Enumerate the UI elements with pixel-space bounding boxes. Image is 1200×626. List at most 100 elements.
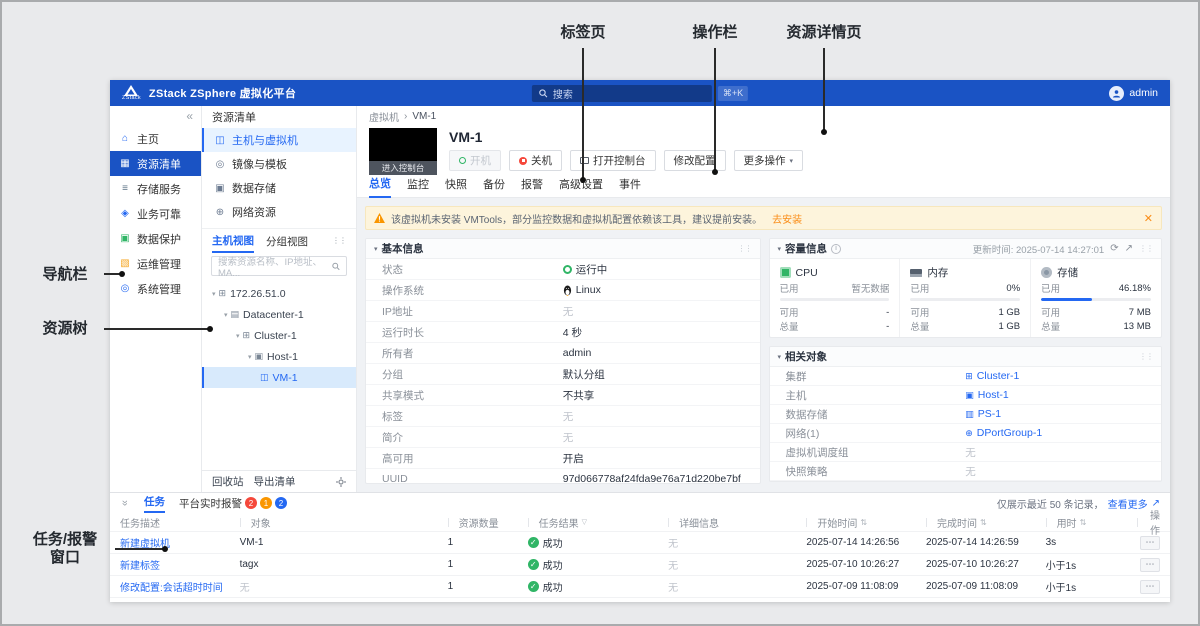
vm-console-thumbnail[interactable] [369,128,437,161]
breadcrumb-root[interactable]: 虚拟机 [369,109,399,124]
sidebar-item-storage[interactable]: ≡ 存储服务 [110,176,201,201]
filter-icon[interactable]: ▽ [582,518,587,526]
view-tabs: 主机视图 分组视图 ⋮⋮ [202,228,356,252]
related-objects-title: 相关对象 [785,349,827,364]
annotation-tree: 资源树 [30,320,100,338]
view-options-icon[interactable]: ⋮⋮ [332,236,346,245]
linux-penguin-icon [563,285,572,296]
capacity-cpu: CPU 已用暂无数据 可用- 总量- [770,259,900,337]
breadcrumb-separator: › [404,111,407,122]
network-link[interactable]: DPortGroup-1 [977,427,1042,439]
caret-down-icon[interactable]: ▾ [212,290,216,298]
ops-icon: ▧ [119,258,131,269]
caret-down-icon[interactable]: ▾ [374,245,378,253]
tree-node-cluster[interactable]: ▾ ⊞ Cluster-1 [202,325,356,346]
tree-node-label: Host-1 [267,351,298,363]
data-protect-icon: ▣ [119,233,131,244]
task-desc-link[interactable]: 添加虚拟化主机 [120,601,240,602]
enter-console-button[interactable]: 进入控制台 [369,161,437,175]
power-off-button[interactable]: 关机 [509,150,562,171]
refresh-icon[interactable]: ⟳ [1110,243,1118,254]
tab-host-view[interactable]: 主机视图 [212,228,254,253]
sidebar-collapse-button[interactable]: « [110,106,201,126]
search-placeholder: 搜索 [553,86,573,101]
resource-item-datastore[interactable]: ▣ 数据存储 [202,176,356,200]
app-window: ZStack ZStack ZSphere 虚拟化平台 搜索 ⌘+K admin [110,80,1170,602]
drag-handle-icon[interactable]: ⋮⋮ [1139,352,1153,361]
tab-alarm[interactable]: 报警 [521,176,543,197]
close-icon[interactable]: ✕ [1144,212,1153,225]
zstack-logo-text: ZStack [122,95,141,101]
tree-node-datacenter[interactable]: ▾ ▤ Datacenter-1 [202,304,356,325]
global-search-input[interactable]: 搜索 [532,85,712,102]
resource-item-network[interactable]: ⊕ 网络资源 [202,200,356,224]
row-actions-button[interactable]: ⋯ [1140,580,1160,594]
user-menu[interactable]: admin [1109,86,1158,101]
task-table-header: 任务描述 对象 资源数量 任务结果▽ 详细信息 开始时间⇅ 完成时间⇅ 用时⇅ … [110,513,1170,531]
drag-handle-icon[interactable]: ⋮⋮ [738,244,752,253]
tab-snapshot[interactable]: 快照 [445,176,467,197]
resource-item-label: 数据存储 [232,180,276,196]
tab-tasks[interactable]: 任务 [144,494,165,513]
datastore-link[interactable]: PS-1 [978,408,1001,420]
tree-node-vm-selected[interactable]: ◫ VM-1 [202,367,356,388]
vm-title: VM-1 [449,129,1158,145]
collapse-panel-icon[interactable]: « [119,498,131,508]
breadcrumb: 虚拟机 › VM-1 [357,106,1170,126]
sort-icon[interactable]: ⇅ [980,518,987,527]
task-desc-link[interactable]: 修改配置:会话超时时间 [120,579,240,594]
row-actions-button[interactable]: ⋯ [1140,536,1160,550]
tab-overview[interactable]: 总览 [369,175,391,198]
tree-node-root[interactable]: ▾ ⊞ 172.26.51.0 [202,283,356,304]
sort-icon[interactable]: ⇅ [860,518,867,527]
related-row-network: 网络(1) ⊕DPortGroup-1 [770,424,1162,443]
tree-search-input[interactable]: 搜索资源名称、IP地址、MA... [211,256,347,276]
host-link[interactable]: Host-1 [978,389,1009,401]
task-desc-link[interactable]: 新建标签 [120,557,240,572]
sidebar-item-data-protect[interactable]: ▣ 数据保护 [110,226,201,251]
modify-config-button[interactable]: 修改配置 [664,150,726,171]
memory-icon [910,269,922,277]
tab-platform-alarms[interactable]: 平台实时报警 2 1 2 [179,496,287,511]
caret-down-icon[interactable]: ▾ [778,353,782,361]
success-icon: ✓ [528,537,539,548]
alarm-badge-warning: 1 [260,497,272,509]
caret-down-icon[interactable]: ▾ [778,245,782,253]
sidebar-item-system[interactable]: ◎ 系统管理 [110,276,201,301]
info-row-uptime: 运行时长 4 秒 [366,322,760,343]
tab-monitor[interactable]: 监控 [407,176,429,197]
breadcrumb-current: VM-1 [412,111,436,122]
tab-events[interactable]: 事件 [619,176,641,197]
drag-handle-icon[interactable]: ⋮⋮ [1139,244,1153,253]
gear-icon[interactable] [336,477,346,487]
external-link-icon[interactable]: ↗ [1125,243,1133,254]
row-actions-button[interactable]: ⋯ [1140,602,1160,603]
caret-down-icon[interactable]: ▾ [224,311,228,319]
sort-icon[interactable]: ⇅ [1080,518,1087,527]
cluster-link[interactable]: Cluster-1 [977,370,1020,382]
recycle-bin-link[interactable]: 回收站 [212,474,244,489]
sidebar-item-resources[interactable]: ▦ 资源清单 [110,151,201,176]
running-status-icon [563,265,572,274]
sidebar-item-home[interactable]: ⌂ 主页 [110,126,201,151]
resource-item-images[interactable]: ◎ 镜像与模板 [202,152,356,176]
resource-item-hosts-vms[interactable]: ◫ 主机与虚拟机 [202,128,356,152]
vm-header: 进入控制台 VM-1 开机 关机 [357,126,1170,174]
tab-backup[interactable]: 备份 [483,176,505,197]
power-on-button[interactable]: 开机 [449,150,501,171]
row-actions-button[interactable]: ⋯ [1140,558,1160,572]
right-card-column: ▾ 容量信息 i 更新时间: 2025-07-14 14:27:01 ⟳ ↗ ⋮… [769,238,1163,484]
memory-usage-bar [910,298,1020,301]
sidebar-item-business[interactable]: ◈ 业务可靠 [110,201,201,226]
annotation-task-line1: 任务/报警 [17,531,113,549]
install-vmtools-link[interactable]: 去安装 [772,211,802,226]
zstack-logo[interactable]: ZStack [122,85,141,101]
success-icon: ✓ [528,581,539,592]
more-actions-button[interactable]: 更多操作 ▾ [734,150,804,171]
caret-down-icon[interactable]: ▾ [236,332,240,340]
tree-node-host[interactable]: ▾ ▣ Host-1 [202,346,356,367]
caret-down-icon[interactable]: ▾ [248,353,252,361]
export-list-link[interactable]: 导出清单 [254,474,296,489]
screenshot-canvas: 标签页 操作栏 资源详情页 导航栏 资源树 任务/报警 窗口 ZStack ZS… [0,0,1200,626]
tab-group-view[interactable]: 分组视图 [266,229,308,252]
